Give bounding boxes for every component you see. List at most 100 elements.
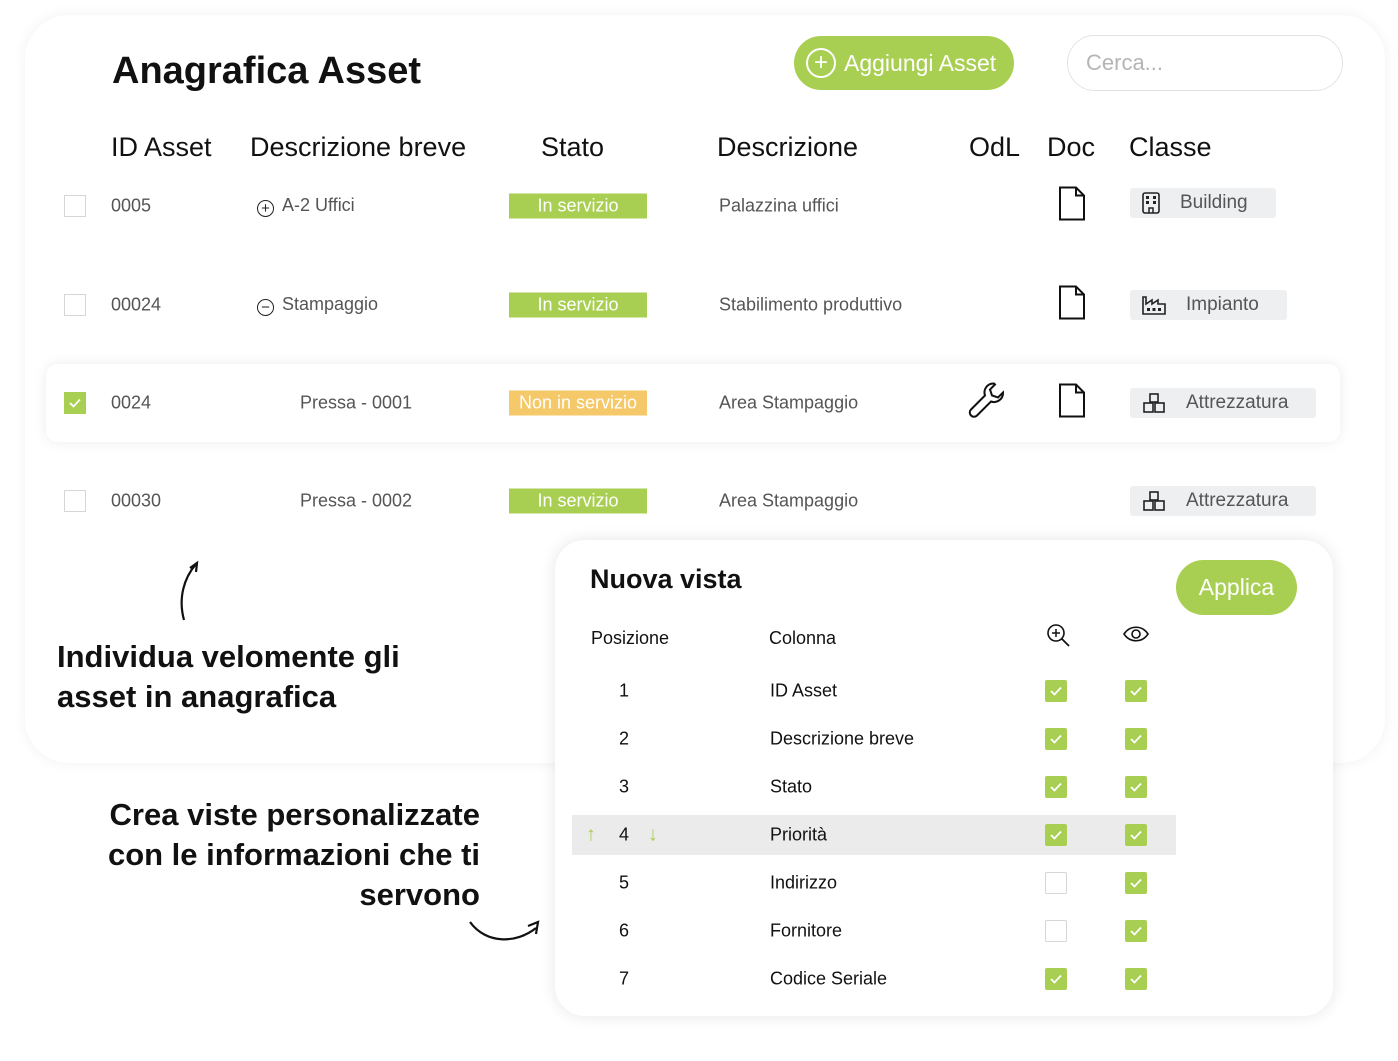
asset-id: 0005 (111, 195, 152, 216)
visible-checkbox[interactable] (1125, 968, 1147, 990)
add-asset-label: Aggiungi Asset (844, 49, 997, 76)
filter-checkbox[interactable] (1045, 680, 1067, 702)
visible-checkbox[interactable] (1125, 728, 1147, 750)
column-name: Fornitore (770, 920, 843, 941)
class-tag: Attrezzatura (1130, 486, 1317, 516)
class-tag: Impianto (1130, 290, 1287, 320)
row-checkbox[interactable] (64, 195, 86, 217)
asset-id: 00030 (111, 490, 162, 511)
column-name: ID Asset (770, 680, 838, 701)
column-header-class[interactable]: Classe (1129, 132, 1212, 163)
expand-icon[interactable]: + (257, 200, 274, 217)
column-header: Colonna (769, 628, 837, 648)
zoom-in-icon (1047, 624, 1070, 647)
status-badge: Non in servizio (509, 390, 647, 416)
position-number: 5 (619, 872, 630, 893)
document-icon[interactable] (1058, 186, 1086, 227)
search-input[interactable] (1068, 36, 1342, 90)
class-label: Impianto (1186, 294, 1259, 315)
class-tag: Attrezzatura (1130, 388, 1317, 418)
arrow-right-icon (469, 920, 540, 941)
filter-checkbox[interactable] (1045, 968, 1067, 990)
row-checkbox[interactable] (64, 294, 86, 316)
add-asset-button[interactable]: + Aggiungi Asset (794, 36, 1014, 90)
view-column-row[interactable]: 1 ID Asset (572, 671, 1176, 711)
position-header: Posizione (591, 628, 670, 648)
position-number: 7 (619, 968, 630, 989)
position-number: 4 (619, 824, 630, 845)
move-down-icon[interactable]: ↓ (648, 824, 658, 847)
column-name: Stato (770, 776, 813, 797)
column-header-status[interactable]: Stato (541, 132, 604, 163)
short-description-text: A-2 Uffici (282, 195, 355, 215)
visible-checkbox[interactable] (1125, 824, 1147, 846)
move-up-icon[interactable]: ↑ (586, 824, 596, 847)
eye-icon (1123, 626, 1149, 642)
asset-id: 0024 (111, 392, 152, 413)
row-checkbox[interactable] (64, 490, 86, 512)
view-column-row[interactable]: 5 Indirizzo (572, 863, 1176, 903)
position-number: 2 (619, 728, 630, 749)
factory-icon (1142, 295, 1166, 315)
filter-checkbox[interactable] (1045, 920, 1067, 942)
table-row[interactable]: 0005 + A-2 Uffici In servizio Palazzina u… (46, 167, 1340, 245)
view-column-row[interactable]: 7 Codice Seriale (572, 959, 1176, 999)
column-name: Descrizione breve (770, 728, 915, 749)
short-description-text: Pressa - 0002 (300, 490, 413, 511)
view-column-row[interactable]: 6 Fornitore (572, 911, 1176, 951)
wrench-icon[interactable] (967, 381, 1007, 426)
status-badge: In servizio (509, 193, 647, 219)
short-description: Pressa - 0002 (300, 491, 412, 512)
panel-title: Nuova vista (590, 564, 742, 594)
status-badge: In servizio (509, 488, 647, 514)
visible-checkbox[interactable] (1125, 872, 1147, 894)
plus-icon: + (806, 48, 836, 78)
document-icon[interactable] (1058, 285, 1086, 326)
column-header-description[interactable]: Descrizione (717, 132, 858, 163)
new-view-panel: Nuova vista Applica Posizione Colonna 1 … (555, 540, 1333, 1016)
short-description: − Stampaggio (257, 294, 378, 316)
visible-checkbox[interactable] (1125, 920, 1147, 942)
arrow-up-icon (180, 560, 199, 621)
page-title: Anagrafica Asset (112, 50, 422, 92)
filter-checkbox[interactable] (1045, 872, 1067, 894)
column-header-id[interactable]: ID Asset (111, 132, 212, 163)
filter-checkbox[interactable] (1045, 728, 1067, 750)
short-description: + A-2 Uffici (257, 195, 355, 217)
description: Area Stampaggio (719, 490, 859, 511)
column-header-odl[interactable]: OdL (969, 132, 1020, 163)
apply-button[interactable]: Applica (1176, 560, 1297, 615)
building-icon (1142, 192, 1160, 214)
column-name: Indirizzo (770, 872, 838, 893)
boxes-icon (1142, 490, 1166, 512)
class-tag: Building (1130, 188, 1276, 218)
column-name: Codice Seriale (770, 968, 888, 989)
row-checkbox[interactable] (64, 392, 86, 414)
view-column-row[interactable]: ↑ ↓ 4 Priorità (572, 815, 1176, 855)
filter-checkbox[interactable] (1045, 824, 1067, 846)
class-label: Building (1180, 192, 1248, 213)
table-row[interactable]: 00030 Pressa - 0002 In servizio Area Sta… (46, 462, 1340, 540)
visible-checkbox[interactable] (1125, 776, 1147, 798)
short-description-text: Pressa - 0001 (300, 392, 413, 413)
column-header-short-desc[interactable]: Descrizione breve (250, 132, 466, 163)
description: Stabilimento produttivo (719, 294, 903, 315)
column-header-doc[interactable]: Doc (1047, 132, 1095, 163)
short-description: Pressa - 0001 (300, 393, 412, 414)
description: Area Stampaggio (719, 392, 859, 413)
collapse-icon[interactable]: − (257, 299, 274, 316)
view-column-row[interactable]: 3 Stato (572, 767, 1176, 807)
view-column-row[interactable]: 2 Descrizione breve (572, 719, 1176, 759)
position-number: 3 (619, 776, 630, 797)
position-number: 1 (619, 680, 630, 701)
visible-checkbox[interactable] (1125, 680, 1147, 702)
short-description-text: Stampaggio (282, 294, 379, 314)
boxes-icon (1142, 392, 1166, 414)
document-icon[interactable] (1058, 383, 1086, 424)
annotation-custom-views: Crea viste personalizzate con le informa… (107, 797, 480, 912)
description: Palazzina uffici (719, 195, 839, 216)
table-row[interactable]: 00024 − Stampaggio In servizio Stabilimen… (46, 266, 1340, 344)
table-row[interactable]: 0024 Pressa - 0001 Non in servizio Area … (46, 364, 1340, 442)
filter-checkbox[interactable] (1045, 776, 1067, 798)
class-label: Attrezzatura (1186, 392, 1289, 413)
